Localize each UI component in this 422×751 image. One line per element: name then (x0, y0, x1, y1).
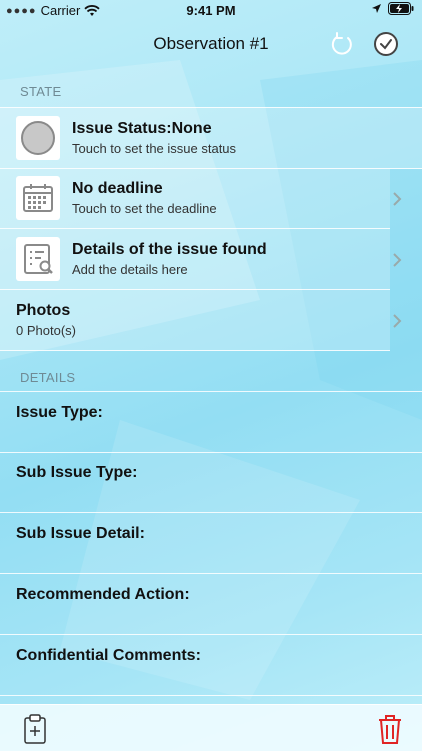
recommended-action-field[interactable]: Recommended Action: (0, 574, 422, 635)
status-bar: ●●●● Carrier 9:41 PM (0, 0, 422, 22)
deadline-subtitle: Touch to set the deadline (72, 201, 217, 216)
sub-issue-type-field[interactable]: Sub Issue Type: (0, 452, 422, 513)
sub-issue-detail-label: Sub Issue Detail: (16, 525, 145, 542)
refresh-button[interactable] (328, 30, 356, 58)
issue-status-row[interactable]: Issue Status:None Touch to set the issue… (0, 107, 422, 169)
deadline-chevron-icon (393, 192, 402, 206)
sub-issue-detail-field[interactable]: Sub Issue Detail: (0, 513, 422, 574)
issue-details-icon-box (16, 237, 60, 281)
deadline-title: No deadline (72, 180, 163, 197)
battery-charging-icon (388, 2, 414, 15)
calendar-icon (23, 184, 53, 212)
issue-status-icon-box (16, 116, 60, 160)
confirm-button[interactable] (372, 30, 400, 58)
section-header-state: STATE (20, 84, 62, 99)
navigation-bar: Observation #1 (0, 22, 422, 66)
issue-status-subtitle: Touch to set the issue status (72, 141, 237, 156)
recommended-action-label: Recommended Action: (16, 586, 190, 603)
page-title: Observation #1 (153, 34, 269, 53)
list-search-icon (24, 244, 53, 274)
issue-type-label: Issue Type: (16, 404, 103, 421)
confidential-comments-label: Confidential Comments: (16, 647, 201, 664)
issue-details-chevron-icon (393, 253, 402, 267)
deadline-row[interactable]: No deadline Touch to set the deadline (0, 168, 390, 229)
photos-title: Photos (16, 302, 71, 319)
photos-subtitle: 0 Photo(s) (16, 323, 76, 338)
bottom-toolbar (0, 704, 422, 751)
photos-row[interactable]: Photos 0 Photo(s) (0, 290, 390, 351)
sub-issue-type-label: Sub Issue Type: (16, 464, 138, 481)
section-header-details: DETAILS (20, 370, 76, 385)
confidential-comments-field[interactable]: Confidential Comments: (0, 635, 422, 696)
issue-status-title: Issue Status:None (72, 120, 212, 137)
status-time: 9:41 PM (186, 3, 236, 18)
deadline-icon-box (16, 176, 60, 220)
add-clipboard-button[interactable] (20, 713, 50, 745)
location-arrow-icon (372, 4, 381, 13)
gray-circle-icon (21, 121, 55, 155)
photos-chevron-icon (393, 314, 402, 328)
issue-type-field[interactable]: Issue Type: (0, 391, 422, 453)
issue-details-row[interactable]: Details of the issue found Add the detai… (0, 229, 390, 290)
issue-details-title: Details of the issue found (72, 241, 267, 258)
issue-details-subtitle: Add the details here (72, 262, 188, 277)
delete-trash-button[interactable] (375, 713, 405, 745)
